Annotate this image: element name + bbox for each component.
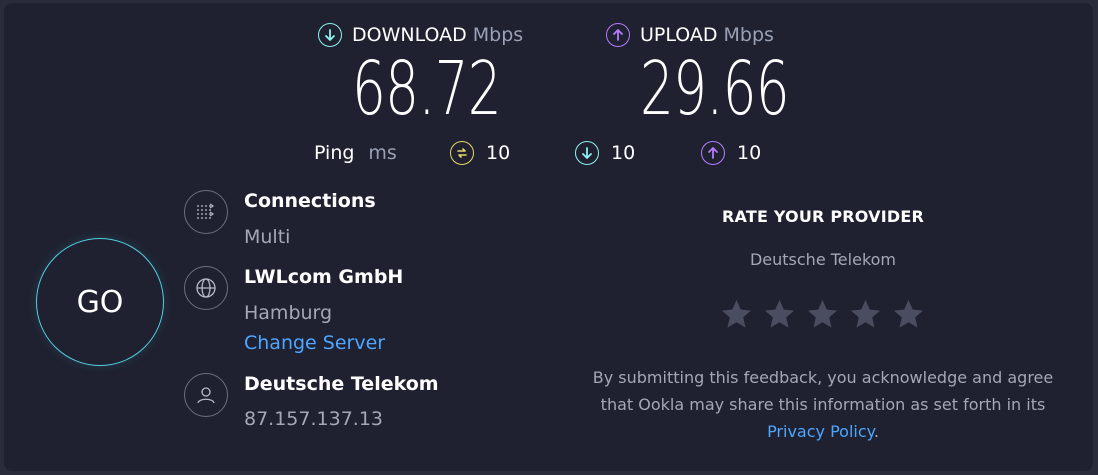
- rated-provider-name: Deutsche Telekom: [749, 250, 897, 269]
- upload-unit: Mbps: [723, 24, 774, 46]
- ping-label: Ping: [314, 142, 355, 164]
- isp-name: Deutsche Telekom: [244, 373, 439, 395]
- rate-provider-title: RATE YOUR PROVIDER: [721, 207, 925, 226]
- upload-latency-icon: [701, 141, 725, 165]
- ping-download-value: 10: [611, 142, 636, 164]
- connections-value: Multi: [244, 226, 291, 248]
- download-unit: Mbps: [472, 24, 524, 46]
- globe-icon: [184, 266, 228, 310]
- go-button-label: GO: [76, 284, 124, 320]
- star-3-icon[interactable]: [805, 297, 840, 332]
- star-rating: [719, 297, 926, 332]
- ping-download: 10: [575, 141, 635, 165]
- star-2-icon[interactable]: [762, 297, 797, 332]
- star-5-icon[interactable]: [891, 297, 926, 332]
- ping-idle: 10: [450, 141, 510, 165]
- connections-title: Connections: [244, 190, 376, 212]
- isp-ip-address: 87.157.137.13: [244, 408, 384, 430]
- feedback-disclaimer: By submitting this feedback, you acknowl…: [560, 364, 1086, 445]
- change-server-link[interactable]: Change Server: [244, 332, 385, 354]
- ping-upload-value: 10: [737, 142, 762, 164]
- star-4-icon[interactable]: [848, 297, 883, 332]
- connections-icon[interactable]: [184, 190, 228, 234]
- go-button[interactable]: GO: [36, 238, 164, 366]
- download-speed-value: 68.72: [352, 46, 502, 132]
- upload-label: UPLOAD: [640, 24, 718, 46]
- upload-header: UPLOAD Mbps: [606, 23, 774, 47]
- download-header: DOWNLOAD Mbps: [318, 23, 523, 47]
- server-name: LWLcom GmbH: [244, 266, 404, 288]
- privacy-suffix: .: [873, 422, 879, 441]
- ping-label-group: Ping ms: [314, 142, 397, 164]
- user-icon: [184, 373, 228, 417]
- ping-upload: 10: [701, 141, 761, 165]
- privacy-policy-link[interactable]: Privacy Policy: [767, 422, 874, 441]
- ping-unit: ms: [368, 142, 397, 164]
- disclaimer-line-2: that Ookla may share this information as…: [600, 395, 1046, 414]
- ping-idle-value: 10: [486, 142, 511, 164]
- download-circle-icon: [318, 23, 342, 47]
- idle-latency-icon: [450, 141, 474, 165]
- upload-speed-value: 29.66: [640, 46, 790, 132]
- disclaimer-line-1: By submitting this feedback, you acknowl…: [592, 368, 1054, 387]
- disclaimer-line-3: Privacy Policy.: [560, 418, 1086, 445]
- star-1-icon[interactable]: [719, 297, 754, 332]
- download-latency-icon: [575, 141, 599, 165]
- upload-circle-icon: [606, 23, 630, 47]
- download-label: DOWNLOAD: [352, 24, 467, 46]
- server-location: Hamburg: [244, 302, 333, 324]
